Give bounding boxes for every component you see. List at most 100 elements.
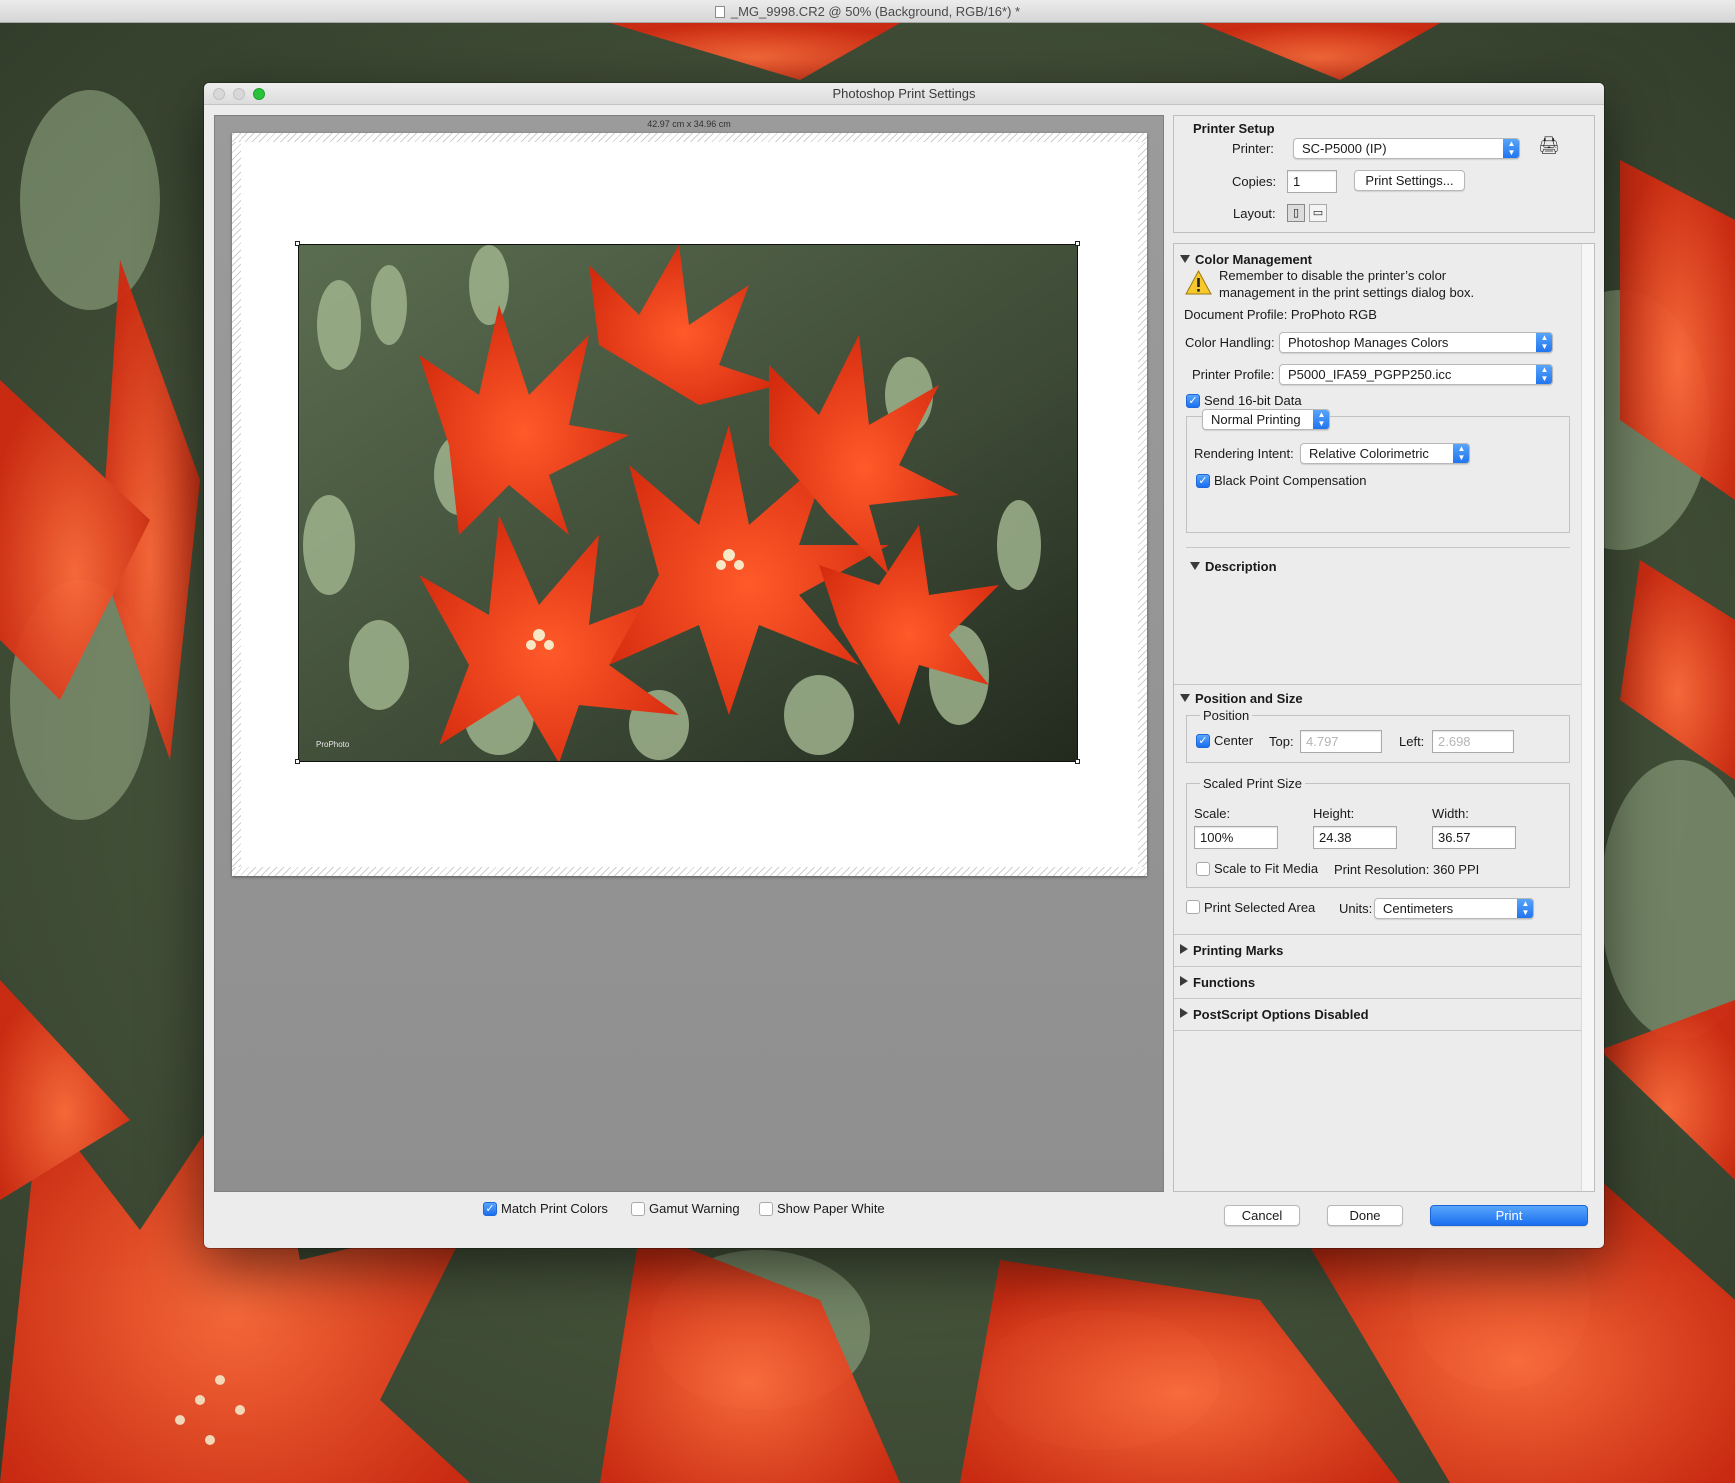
resize-handle-top-left[interactable] (295, 241, 300, 246)
portrait-layout-icon[interactable]: ▯ (1287, 204, 1305, 222)
postscript-options-header[interactable]: PostScript Options Disabled (1180, 1007, 1369, 1022)
position-size-header[interactable]: Position and Size (1180, 691, 1303, 706)
divider (1174, 966, 1581, 967)
printer-profile-label: Printer Profile: (1192, 367, 1275, 382)
rendering-intent-label: Rendering Intent: (1194, 446, 1294, 461)
show-paper-white-checkbox[interactable] (759, 1202, 773, 1216)
printer-select-value: SC-P5000 (IP) (1302, 141, 1387, 156)
scaled-print-size-label: Scaled Print Size (1200, 776, 1305, 791)
print-settings-dialog: Photoshop Print Settings 42.97 cm x 34.9… (204, 83, 1604, 1248)
disclosure-down-icon (1190, 562, 1200, 570)
done-button[interactable]: Done (1327, 1205, 1403, 1226)
match-print-colors-label: Match Print Colors (501, 1201, 608, 1216)
color-handling-select[interactable]: Photoshop Manages Colors ▲ ▼ (1279, 332, 1553, 353)
printer-icon[interactable]: 🖨 (1538, 136, 1560, 156)
normal-printing-value: Normal Printing (1211, 412, 1301, 427)
top-field[interactable]: 4.797 (1300, 730, 1382, 753)
chevron-updown-icon: ▲ ▼ (1313, 410, 1329, 429)
warning-icon (1185, 270, 1212, 295)
send-16bit-label: Send 16-bit Data (1204, 393, 1302, 408)
printer-profile-select[interactable]: P5000_IFA59_PGPP250.icc ▲ ▼ (1279, 364, 1553, 385)
send-16bit-checkbox[interactable]: ✓ (1186, 394, 1200, 408)
printer-label: Printer: (1232, 141, 1274, 156)
preview-image-graphic (299, 245, 1077, 761)
match-print-colors-checkbox[interactable]: ✓ (483, 1202, 497, 1216)
normal-printing-select[interactable]: Normal Printing ▲ ▼ (1202, 409, 1330, 430)
zoom-window-button[interactable] (253, 88, 265, 100)
color-handling-label: Color Handling: (1185, 335, 1275, 350)
panel-scrollbar[interactable] (1581, 244, 1594, 1191)
scale-label: Scale: (1194, 806, 1231, 821)
chevron-updown-icon: ▲ ▼ (1453, 444, 1469, 463)
print-selected-area-label: Print Selected Area (1204, 900, 1316, 915)
disclosure-down-icon (1180, 255, 1190, 263)
chevron-updown-icon: ▲ ▼ (1503, 139, 1519, 158)
units-value: Centimeters (1383, 901, 1454, 916)
paper-size-label: 42.97 cm x 34.96 cm (647, 119, 731, 129)
show-paper-white-label: Show Paper White (777, 1201, 885, 1216)
rendering-intent-select[interactable]: Relative Colorimetric ▲ ▼ (1300, 443, 1470, 464)
resize-handle-bottom-left[interactable] (295, 759, 300, 764)
divider (1174, 684, 1581, 685)
functions-header[interactable]: Functions (1180, 975, 1255, 990)
warning-text-line2: management in the print settings dialog … (1219, 285, 1475, 300)
preview-image[interactable]: ProPhoto (298, 244, 1078, 762)
printing-marks-header[interactable]: Printing Marks (1180, 943, 1283, 958)
layout-label: Layout: (1233, 206, 1276, 221)
description-header[interactable]: Description (1190, 559, 1277, 574)
center-label: Center (1214, 733, 1254, 748)
landscape-layout-icon[interactable]: ▭ (1309, 204, 1327, 222)
close-window-button[interactable] (213, 88, 225, 100)
rendering-intent-value: Relative Colorimetric (1309, 446, 1429, 461)
black-point-checkbox[interactable]: ✓ (1196, 474, 1210, 488)
units-label: Units: (1339, 901, 1373, 916)
gamut-warning-checkbox[interactable] (631, 1202, 645, 1216)
divider (1186, 547, 1570, 548)
print-resolution: Print Resolution: 360 PPI (1334, 862, 1480, 877)
cancel-button[interactable]: Cancel (1224, 1205, 1300, 1226)
width-label: Width: (1432, 806, 1469, 821)
width-field[interactable]: 36.57 (1432, 826, 1516, 849)
left-field[interactable]: 2.698 (1432, 730, 1514, 753)
print-button[interactable]: Print (1430, 1205, 1588, 1226)
resize-handle-top-right[interactable] (1075, 241, 1080, 246)
dialog-titlebar: Photoshop Print Settings (204, 83, 1604, 105)
chevron-updown-icon: ▲ ▼ (1536, 333, 1552, 352)
document-icon (714, 6, 725, 18)
minimize-window-button[interactable] (233, 88, 245, 100)
print-settings-panel[interactable]: Color Management Remember to disable the… (1173, 243, 1595, 1192)
dialog-title: Photoshop Print Settings (832, 86, 976, 101)
printer-select[interactable]: SC-P5000 (IP) ▲ ▼ (1293, 138, 1520, 159)
copies-label: Copies: (1232, 174, 1277, 189)
warning-text-line1: Remember to disable the printer’s color (1219, 268, 1447, 283)
scale-to-fit-checkbox[interactable] (1196, 862, 1210, 876)
height-field[interactable]: 24.38 (1313, 826, 1397, 849)
scale-field[interactable]: 100% (1194, 826, 1278, 849)
printer-profile-value: P5000_IFA59_PGPP250.icc (1288, 367, 1452, 382)
divider (1174, 998, 1581, 999)
chevron-updown-icon: ▲ ▼ (1517, 899, 1533, 918)
center-checkbox[interactable]: ✓ (1196, 734, 1210, 748)
units-select[interactable]: Centimeters ▲ ▼ (1374, 898, 1534, 919)
divider (1174, 1030, 1581, 1031)
left-label: Left: (1399, 734, 1425, 749)
scale-to-fit-label: Scale to Fit Media (1214, 861, 1319, 876)
position-label: Position (1200, 708, 1253, 723)
print-selected-area-checkbox[interactable] (1186, 900, 1200, 914)
disclosure-right-icon (1180, 944, 1188, 954)
document-titlebar: _MG_9998.CR2 @ 50% (Background, RGB/16*)… (0, 0, 1735, 23)
disclosure-right-icon (1180, 1008, 1188, 1018)
height-label: Height: (1313, 806, 1355, 821)
gamut-warning-label: Gamut Warning (649, 1201, 740, 1216)
profile-tag: ProPhoto (316, 740, 350, 749)
divider (1174, 934, 1581, 935)
document-profile: Document Profile: ProPhoto RGB (1184, 307, 1377, 322)
chevron-updown-icon: ▲ ▼ (1536, 365, 1552, 384)
printer-setup-section: Printer Setup Printer: SC-P5000 (IP) ▲ ▼ … (1173, 115, 1595, 233)
resize-handle-bottom-right[interactable] (1075, 759, 1080, 764)
copies-field[interactable]: 1 (1287, 170, 1337, 193)
printer-setup-heading: Printer Setup (1193, 121, 1275, 136)
print-settings-button[interactable]: Print Settings... (1354, 170, 1465, 191)
print-preview-area[interactable]: 42.97 cm x 34.96 cm ProPhoto (214, 115, 1164, 1192)
color-management-header[interactable]: Color Management (1180, 252, 1312, 267)
